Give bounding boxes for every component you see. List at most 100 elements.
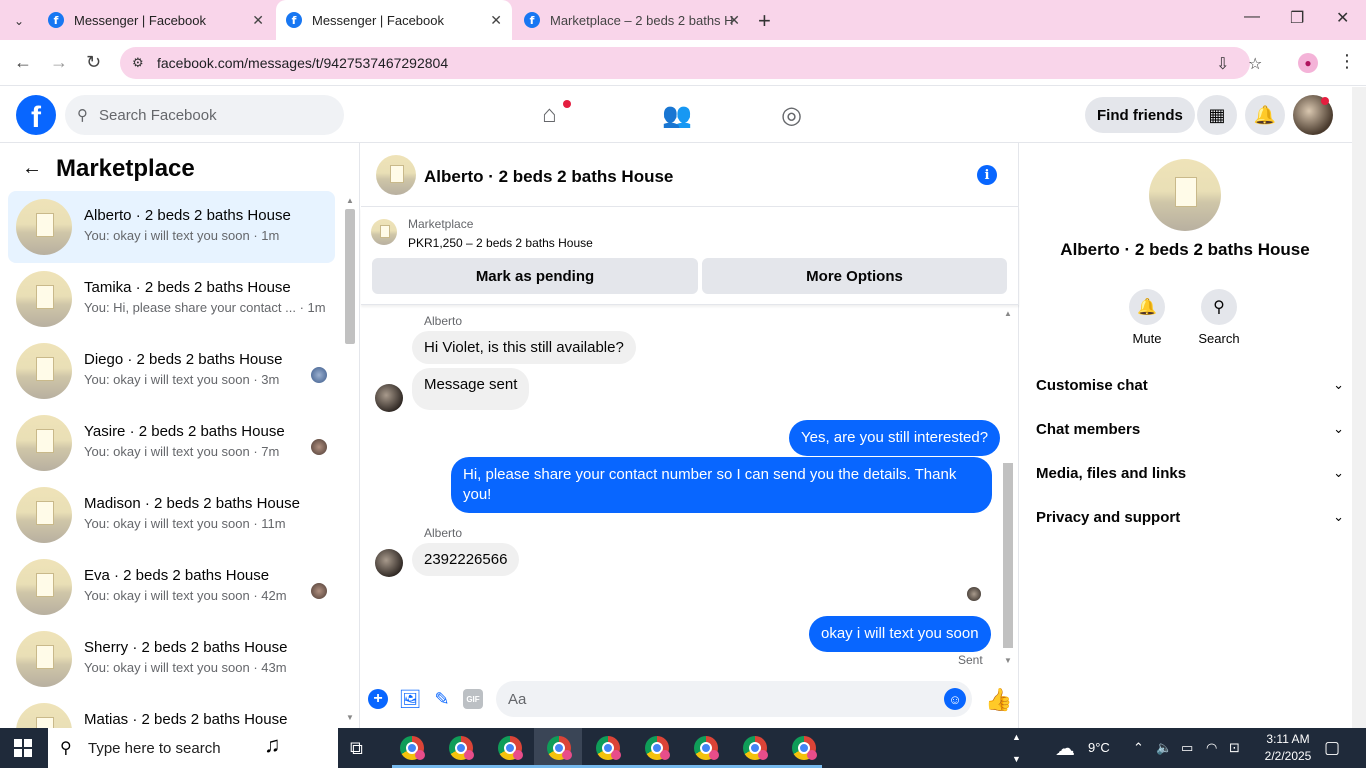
- close-tab-icon[interactable]: ✕: [490, 12, 502, 29]
- conversation-item[interactable]: Tamika · 2 beds 2 baths House You: Hi, p…: [8, 263, 335, 335]
- close-tab-icon[interactable]: ✕: [252, 12, 264, 29]
- outgoing-message[interactable]: okay i will text you soon: [809, 616, 991, 652]
- site-info-icon[interactable]: ⚙: [132, 55, 144, 71]
- address-bar[interactable]: ⚙ facebook.com/messages/t/94275374672928…: [120, 47, 1262, 79]
- bookmark-star-icon[interactable]: ☆: [1248, 54, 1262, 74]
- search-icon: ⚲: [77, 107, 88, 124]
- search-icon[interactable]: ⚲: [1201, 289, 1237, 325]
- browser-tab-2[interactable]: f Messenger | Facebook ✕: [276, 0, 512, 40]
- incoming-message[interactable]: Message sent: [412, 368, 530, 410]
- mark-as-pending-button[interactable]: Mark as pending: [372, 258, 698, 294]
- mute-action[interactable]: 🔔 Mute: [1117, 289, 1177, 346]
- scrollbar-thumb[interactable]: [345, 209, 355, 344]
- message-status: Sent: [958, 653, 983, 667]
- sidebar-scrollbar[interactable]: ▲ ▼: [342, 193, 358, 728]
- media-files-links-section[interactable]: Media, files and links ⌄: [1028, 451, 1344, 495]
- conversation-info-panel: Alberto · 2 beds 2 baths House 🔔 Mute ⚲ …: [1020, 143, 1352, 728]
- listing-price-title[interactable]: PKR1,250 – 2 beds 2 baths House: [408, 236, 593, 250]
- home-icon[interactable]: ⌂: [542, 101, 557, 129]
- facebook-search-input[interactable]: [99, 95, 329, 135]
- battery-icon[interactable]: ▭: [1181, 740, 1193, 756]
- browser-menu-icon[interactable]: ⋮: [1338, 51, 1356, 72]
- more-options-button[interactable]: More Options: [702, 258, 1007, 294]
- scrollbar-thumb[interactable]: [1003, 463, 1013, 648]
- conversation-item[interactable]: Diego · 2 beds 2 baths House You: okay i…: [8, 335, 335, 407]
- chat-listing-thumbnail[interactable]: [376, 155, 416, 195]
- outgoing-message[interactable]: Yes, are you still interested?: [789, 420, 1001, 456]
- conversation-item[interactable]: Yasire · 2 beds 2 baths House You: okay …: [8, 407, 335, 479]
- chat-members-section[interactable]: Chat members ⌄: [1028, 407, 1344, 451]
- incoming-message[interactable]: 2392226566: [412, 543, 520, 576]
- scroll-up-icon[interactable]: ▲: [1004, 309, 1012, 318]
- weather-cloud-icon[interactable]: ☁: [1055, 736, 1075, 761]
- notifications-bell-icon[interactable]: 🔔: [1245, 95, 1285, 135]
- url-text[interactable]: facebook.com/messages/t/9427537467292804: [157, 55, 448, 71]
- minimize-icon[interactable]: —: [1244, 8, 1260, 26]
- browser-profile-icon[interactable]: ●: [1298, 53, 1318, 73]
- sender-avatar[interactable]: [375, 549, 403, 577]
- scroll-down-icon[interactable]: ▼: [346, 713, 354, 722]
- outgoing-message[interactable]: Hi, please share your contact number so …: [451, 457, 992, 513]
- sender-avatar[interactable]: [375, 384, 403, 412]
- install-app-icon[interactable]: ⇩: [1216, 54, 1229, 74]
- attach-photo-icon[interactable]: 🖼: [399, 688, 422, 710]
- message-input[interactable]: [508, 681, 928, 717]
- customise-chat-section[interactable]: Customise chat ⌄: [1028, 363, 1344, 407]
- facebook-logo-icon[interactable]: f: [16, 95, 56, 135]
- listing-thumbnail[interactable]: [371, 219, 397, 245]
- back-arrow-icon[interactable]: ←: [22, 157, 42, 180]
- conversation-item[interactable]: Alberto · 2 beds 2 baths House You: okay…: [8, 191, 335, 263]
- notifications-center-icon[interactable]: ▢: [1324, 738, 1340, 758]
- tray-scroll-down-icon[interactable]: ▼: [1012, 754, 1021, 764]
- conversation-item[interactable]: Sherry · 2 beds 2 baths House You: okay …: [8, 623, 335, 695]
- close-tab-icon[interactable]: ✕: [728, 12, 740, 29]
- show-hidden-icons-icon[interactable]: ⌃: [1133, 740, 1144, 756]
- system-clock[interactable]: 3:11 AM 2/2/2025: [1258, 731, 1318, 765]
- clock-date: 2/2/2025: [1264, 749, 1312, 763]
- chat-scrollbar[interactable]: ▲ ▼: [1000, 306, 1016, 669]
- facebook-search[interactable]: ⚲: [65, 95, 344, 135]
- scroll-down-icon[interactable]: ▼: [1004, 656, 1012, 665]
- page-scrollbar[interactable]: [1352, 87, 1366, 728]
- browser-tab-3[interactable]: f Marketplace – 2 beds 2 baths H ✕: [514, 0, 750, 40]
- conversation-item[interactable]: Eva · 2 beds 2 baths House You: okay i w…: [8, 551, 335, 623]
- thumbs-up-icon[interactable]: 👍: [985, 687, 1012, 713]
- sender-name: Alberto: [424, 314, 463, 328]
- forward-icon[interactable]: →: [50, 52, 68, 73]
- task-view-icon[interactable]: ⧉: [350, 738, 363, 759]
- browser-tab-1[interactable]: f Messenger | Facebook ✕: [38, 0, 274, 40]
- tab-search-menu-icon[interactable]: ⌄: [8, 10, 30, 32]
- new-tab-icon[interactable]: +: [758, 8, 771, 34]
- find-friends-button[interactable]: Find friends: [1085, 97, 1195, 133]
- bell-icon[interactable]: 🔔: [1129, 289, 1165, 325]
- language-icon[interactable]: ⊡: [1229, 740, 1240, 756]
- weather-temperature[interactable]: 9°C: [1088, 740, 1110, 755]
- conversation-item[interactable]: Madison · 2 beds 2 baths House You: okay…: [8, 479, 335, 551]
- info-listing-thumbnail[interactable]: [1149, 159, 1221, 231]
- volume-icon[interactable]: 🔈: [1156, 740, 1172, 756]
- tray-scroll-up-icon[interactable]: ▲: [1012, 732, 1021, 742]
- sticker-icon[interactable]: ✎: [431, 688, 453, 710]
- groups-icon[interactable]: ◎: [781, 101, 802, 130]
- friends-icon[interactable]: 👥: [662, 101, 692, 130]
- chat-title[interactable]: Alberto · 2 beds 2 baths House: [424, 167, 673, 187]
- window-close-icon[interactable]: ✕: [1336, 8, 1349, 28]
- add-more-icon[interactable]: +: [368, 689, 388, 709]
- gif-icon[interactable]: GIF: [463, 689, 483, 709]
- back-icon[interactable]: ←: [14, 52, 32, 73]
- wifi-icon[interactable]: ◠: [1206, 740, 1217, 756]
- windows-start-icon[interactable]: [14, 739, 32, 757]
- search-action[interactable]: ⚲ Search: [1189, 289, 1249, 346]
- reload-icon[interactable]: ↻: [86, 52, 101, 73]
- emoji-icon[interactable]: ☺: [944, 688, 966, 710]
- conversation-item[interactable]: Matias · 2 beds 2 baths House: [8, 695, 335, 728]
- incoming-message[interactable]: Hi Violet, is this still available?: [412, 331, 636, 364]
- taskbar-search[interactable]: ⚲ Type here to search ♫: [48, 728, 338, 768]
- privacy-support-section[interactable]: Privacy and support ⌄: [1028, 495, 1344, 539]
- menu-grid-icon[interactable]: ▦: [1197, 95, 1237, 135]
- restore-icon[interactable]: ❐: [1290, 8, 1304, 28]
- scroll-up-icon[interactable]: ▲: [346, 196, 354, 205]
- search-highlight-icon[interactable]: ♫: [264, 732, 281, 758]
- message-composer: + 🖼 ✎ GIF ☺ 👍: [361, 673, 1019, 728]
- conversation-info-icon[interactable]: i: [977, 165, 997, 185]
